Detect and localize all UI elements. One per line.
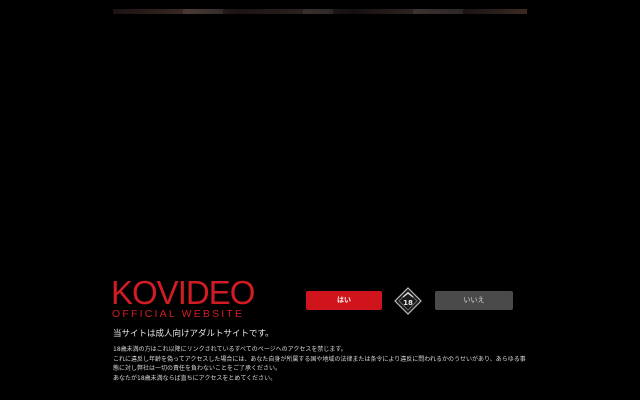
notice-line: 態に対し弊社は一切の責任を負わないことをご了承ください。 [113, 365, 282, 372]
notice-line: あなたが18歳未満ならば直ちにアクセスをとめてください。 [113, 374, 277, 382]
age-verification-page: KOVIDEO OFFICIAL WEBSITE はい 18 いいえ 当サイトは… [0, 0, 640, 400]
notice-line: これに違反し年齢を偽ってアクセスした場合には、あなた自身が所属する国や地域の法律… [113, 355, 526, 363]
18-plus-badge-icon: 18 [393, 286, 423, 316]
age-warning-notice: 18歳未満の方はこれ以降にリンクされているすべてのページへのアクセスを禁じます。… [113, 345, 533, 383]
site-logo[interactable]: KOVIDEO OFFICIAL WEBSITE [111, 276, 261, 320]
leave-no-button[interactable]: いいえ [435, 291, 513, 310]
notice-line: 18歳未満の方はこれ以降にリンクされているすべてのページへのアクセスを禁じます。 [113, 346, 347, 353]
enter-yes-button[interactable]: はい [306, 291, 382, 310]
hero-banner-image [113, 9, 527, 14]
adult-site-tagline: 当サイトは成人向けアダルトサイトです。 [113, 329, 274, 339]
logo-subtitle: OFFICIAL WEBSITE [112, 308, 245, 320]
logo-wordmark: KOVIDEO [111, 274, 255, 311]
svg-text:18: 18 [403, 299, 413, 307]
